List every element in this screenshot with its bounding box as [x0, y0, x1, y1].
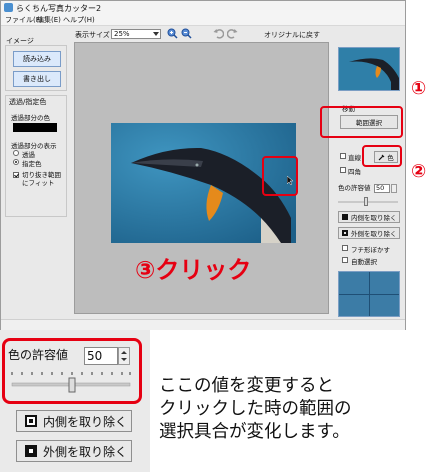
- remove-inside-button[interactable]: 内側を取り除く: [338, 211, 400, 223]
- annotation-step-2: ②: [411, 161, 427, 182]
- load-button[interactable]: 読み込み: [13, 51, 61, 67]
- zoom-label: 表示サイズ: [75, 31, 110, 39]
- border-soften-checkbox[interactable]: [342, 245, 348, 251]
- transparency-group-caption: 透過/指定色: [9, 98, 47, 106]
- zoom-detail-panel: 色の許容値 50 内側を取り除く 外側を取り除く: [0, 330, 150, 472]
- zoom-remove-outside-label: 外側を取り除く: [43, 444, 128, 459]
- preview-thumbnail: [338, 47, 400, 91]
- tolerance-slider-track[interactable]: [338, 201, 398, 203]
- remove-outside-icon: [25, 445, 37, 457]
- zoom-remove-inside-button[interactable]: 内側を取り除く: [16, 410, 132, 432]
- fit-label: 切り抜き範囲にフィット: [22, 171, 61, 187]
- explanation-line-3: 選択具合が変化します。: [159, 422, 350, 442]
- annotation-box-color: [362, 145, 402, 167]
- app-title: らくちん写真カッター2: [16, 4, 102, 13]
- rect-option-label: 四角: [348, 168, 361, 176]
- remove-inside-icon: [342, 214, 348, 220]
- remove-outside-button[interactable]: 外側を取り除く: [338, 227, 400, 239]
- line-option-checkbox[interactable]: [340, 153, 346, 159]
- annotation-box-range-select: [320, 106, 403, 138]
- tolerance-value: 50: [376, 184, 385, 192]
- tolerance-input[interactable]: 50: [374, 184, 390, 193]
- remove-outside-icon: [342, 230, 348, 236]
- redo-icon[interactable]: [227, 28, 238, 39]
- rect-option-checkbox[interactable]: [340, 167, 346, 173]
- undo-icon[interactable]: [213, 28, 224, 39]
- border-soften-label: フチ形ぼかす: [351, 246, 390, 254]
- remove-outside-label: 外側を取り除く: [351, 230, 397, 238]
- chevron-down-icon: [153, 32, 159, 36]
- zoom-out-icon[interactable]: [181, 28, 192, 39]
- zoom-select[interactable]: 25%: [111, 29, 161, 39]
- preview-image: [339, 48, 399, 90]
- write-button[interactable]: 書き出し: [13, 71, 61, 87]
- status-bar: [1, 319, 405, 330]
- menu-help[interactable]: ヘルプ(H): [63, 15, 95, 25]
- radio-specified-label: 指定色: [22, 160, 42, 168]
- auto-select-checkbox[interactable]: [342, 257, 348, 263]
- explanation-line-2: クリックした時の範囲の: [159, 399, 352, 419]
- zoom-remove-outside-button[interactable]: 外側を取り除く: [16, 440, 132, 462]
- remove-inside-icon: [25, 415, 37, 427]
- tolerance-spinner[interactable]: [391, 184, 397, 193]
- zoom-in-icon[interactable]: [167, 28, 178, 39]
- app-icon: [4, 3, 13, 12]
- right-panel: 移動 範囲選択 直線 四角 色 色の許容値 50 内側を取り除く 外側を取り除く…: [334, 45, 406, 330]
- tolerance-label: 色の許容値: [338, 184, 371, 192]
- auto-select-label: 自動選択: [351, 258, 377, 266]
- line-option-label: 直線: [348, 154, 361, 162]
- radio-transparent[interactable]: [13, 150, 19, 156]
- remove-inside-label: 内側を取り除く: [351, 214, 397, 222]
- transparent-color-swatch[interactable]: [13, 123, 57, 132]
- annotation-box-tolerance: [2, 338, 142, 404]
- explanation-line-1: ここの値を変更すると: [159, 376, 334, 396]
- zoom-select-value: 25%: [114, 30, 130, 38]
- menu-edit[interactable]: 編集(E): [37, 15, 61, 25]
- preview-grid: [338, 271, 400, 317]
- annotation-step-3: ③クリック: [135, 256, 252, 284]
- fit-checkbox[interactable]: [13, 172, 19, 178]
- menu-bar: ファイル(F) 編集(E) ヘルプ(H): [1, 14, 405, 26]
- reset-original-button[interactable]: オリジナルに戻す: [264, 30, 320, 40]
- toolbar: 表示サイズ 25% オリジナルに戻す: [71, 27, 331, 41]
- tolerance-slider-thumb[interactable]: [364, 197, 368, 206]
- radio-specified[interactable]: [13, 159, 19, 165]
- left-panel: イメージ 読み込み 書き出し 透過/指定色 透過部分の色 透過部分の表示 透過 …: [3, 29, 69, 319]
- title-bar: らくちん写真カッター2: [1, 1, 405, 14]
- transparent-color-label: 透過部分の色: [11, 114, 50, 122]
- explanation-text: ここの値を変更すると クリックした時の範囲の 選択具合が変化します。: [159, 375, 429, 444]
- annotation-box-click-area: [262, 156, 298, 196]
- annotation-step-1: ①: [411, 78, 427, 99]
- zoom-remove-inside-label: 内側を取り除く: [43, 414, 128, 429]
